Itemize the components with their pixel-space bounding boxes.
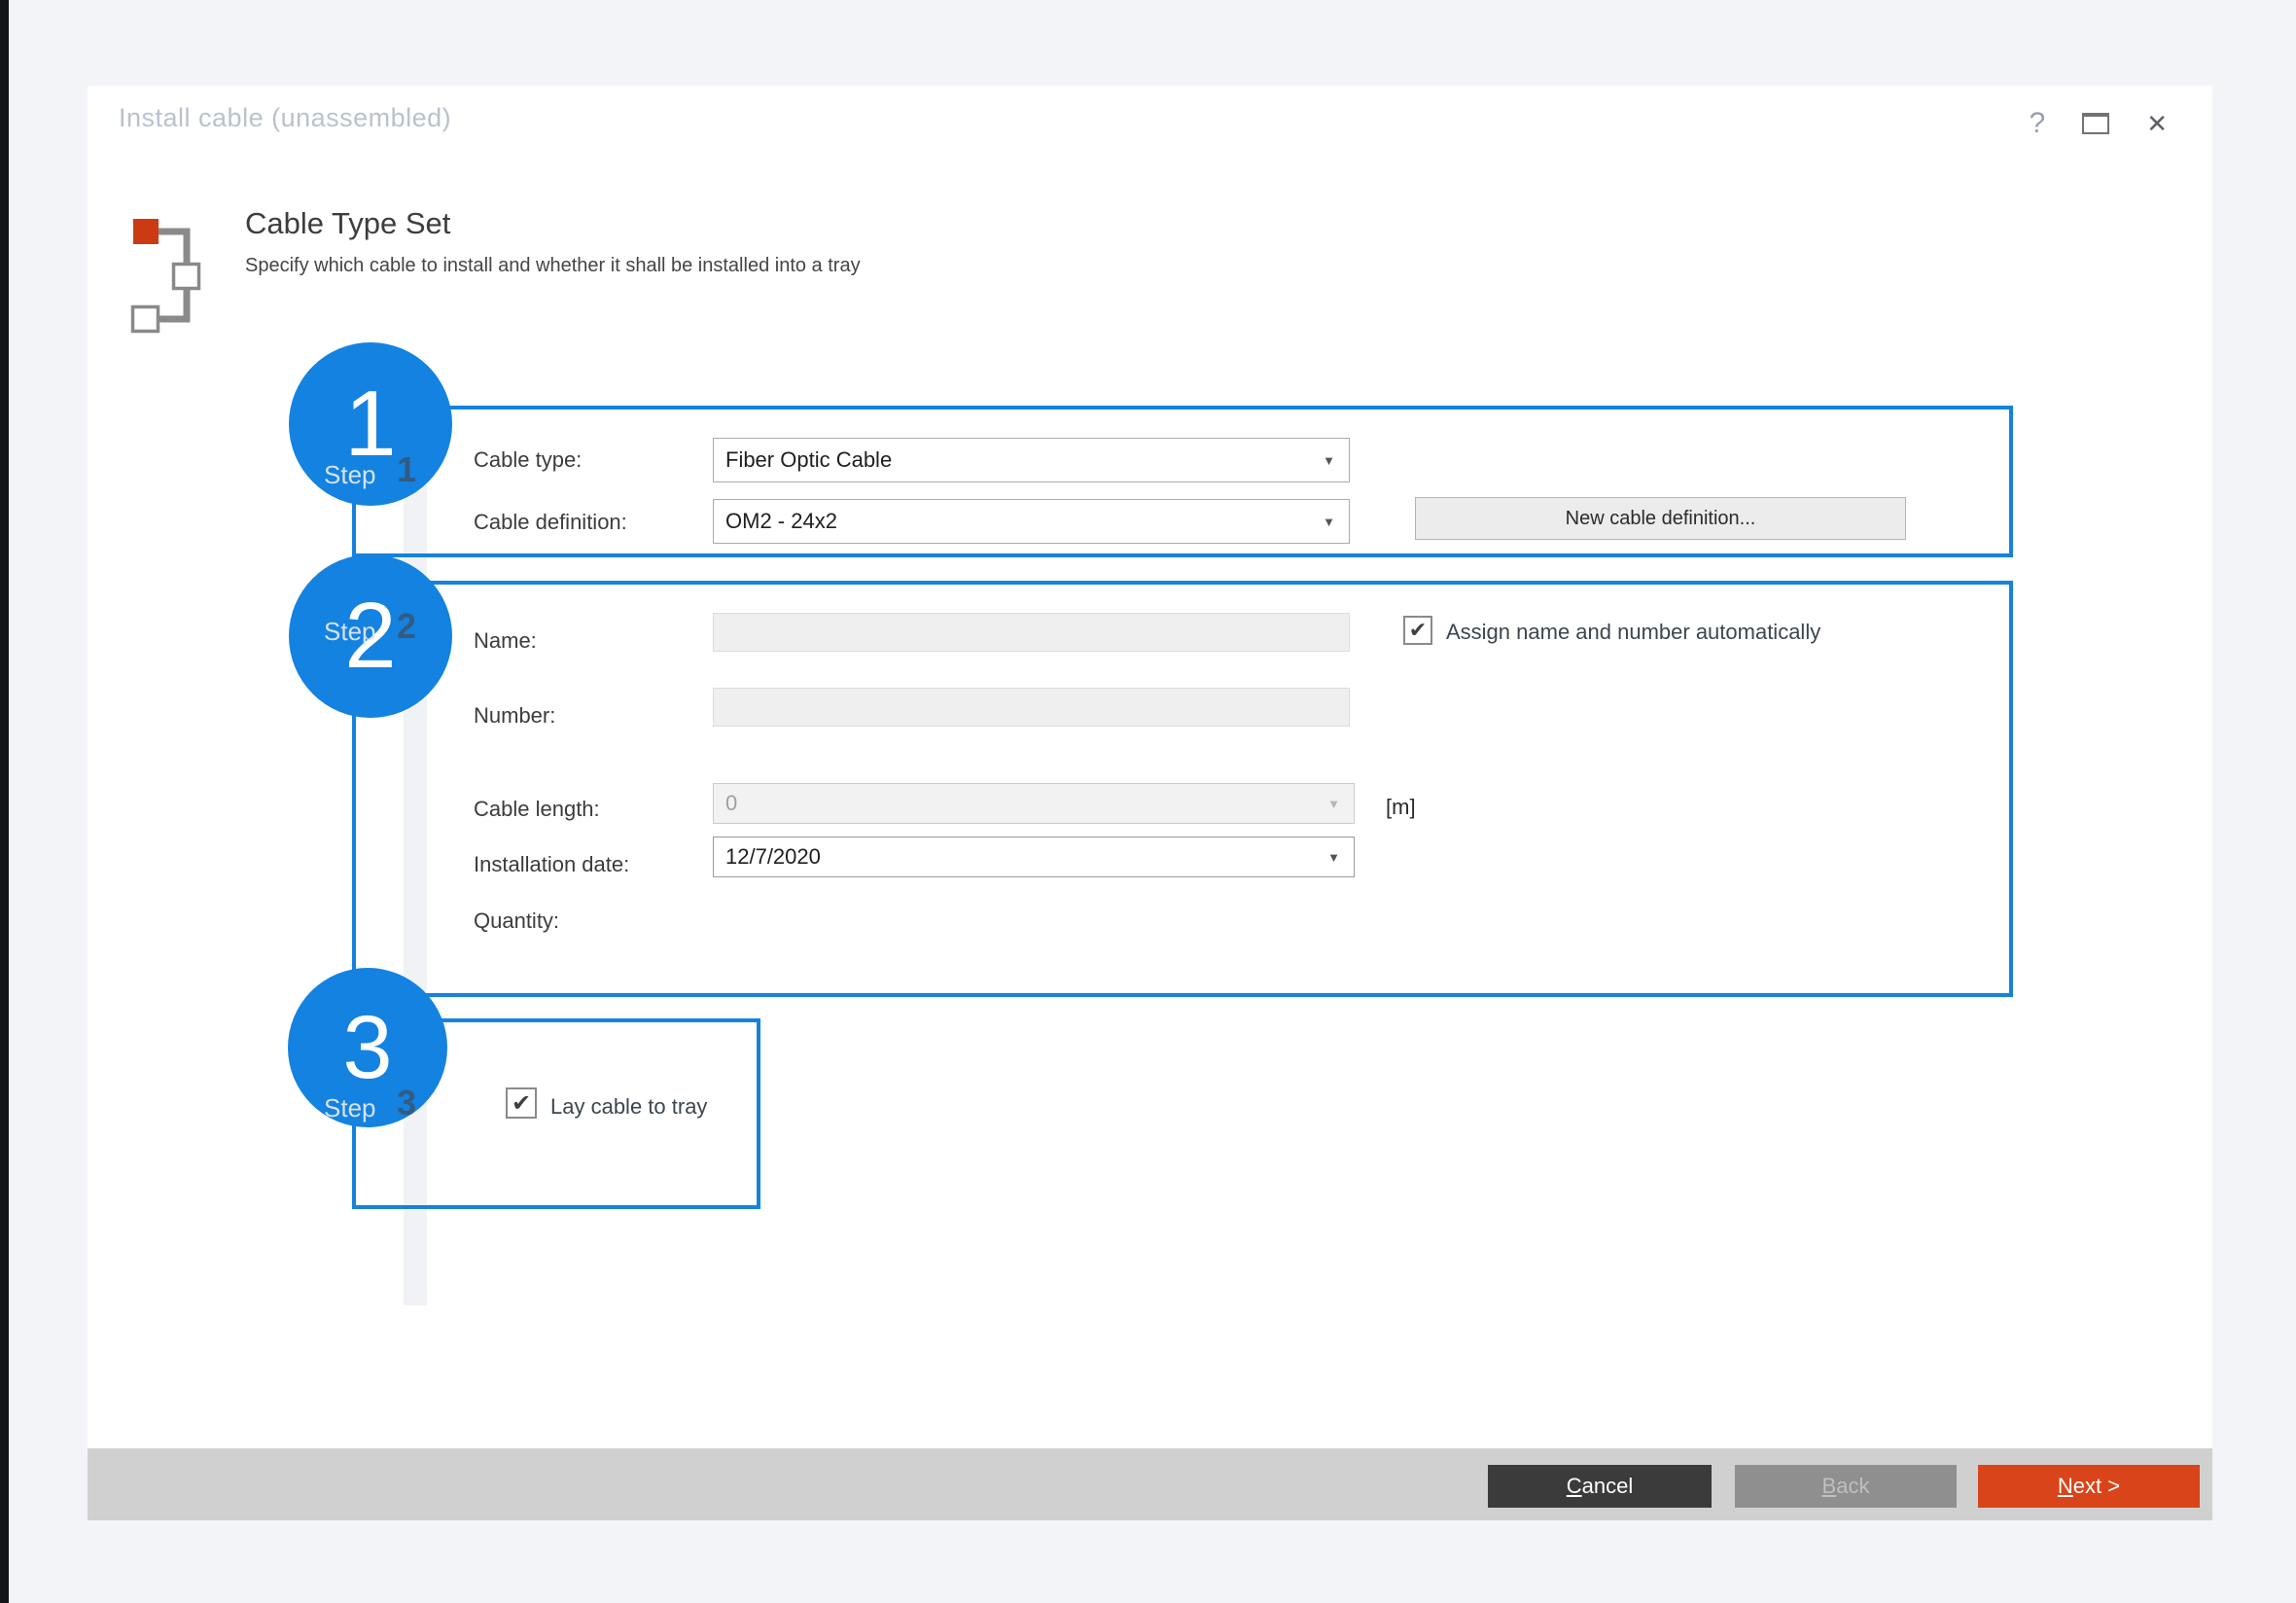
maximize-icon[interactable] — [2082, 113, 2109, 134]
checkmark-icon: ✔ — [512, 1089, 531, 1118]
assign-auto-checkbox[interactable]: ✔ — [1403, 616, 1432, 645]
cable-definition-value: OM2 - 24x2 — [725, 509, 837, 534]
step-1-ghost-label: Step — [324, 460, 376, 490]
cable-length-value: 0 — [725, 791, 737, 816]
number-label: Number: — [474, 703, 555, 729]
chevron-down-icon: ▼ — [1323, 515, 1335, 529]
cable-definition-dropdown[interactable]: OM2 - 24x2 ▼ — [713, 499, 1350, 544]
step-1-ghost-number: 1 — [397, 449, 416, 490]
step-3-ghost-label: Step — [324, 1093, 376, 1123]
name-label: Name: — [474, 628, 537, 654]
installation-date-label: Installation date: — [474, 852, 629, 877]
page-title: Cable Type Set — [245, 206, 450, 241]
step-3-ghost-number: 3 — [397, 1083, 416, 1123]
number-input[interactable] — [713, 688, 1350, 727]
window-controls: ? ✕ — [2030, 107, 2168, 140]
install-cable-dialog: Install cable (unassembled) ? ✕ Cable Ty… — [88, 86, 2212, 1520]
help-icon[interactable]: ? — [2030, 107, 2046, 140]
step-2-ghost-number: 2 — [397, 606, 416, 647]
cable-definition-label: Cable definition: — [474, 510, 627, 535]
close-icon[interactable]: ✕ — [2146, 109, 2168, 139]
lay-cable-to-tray-label[interactable]: Lay cable to tray — [550, 1094, 707, 1120]
quantity-label: Quantity: — [474, 908, 559, 934]
back-button[interactable]: Back — [1735, 1465, 1957, 1508]
dialog-title: Install cable (unassembled) — [119, 103, 451, 133]
next-button[interactable]: Next > — [1978, 1465, 2200, 1508]
checkmark-icon: ✔ — [1409, 618, 1427, 643]
new-cable-definition-button[interactable]: New cable definition... — [1415, 497, 1906, 540]
installation-date-dropdown[interactable]: 12/7/2020 ▼ — [713, 837, 1355, 877]
cable-type-dropdown[interactable]: Fiber Optic Cable ▼ — [713, 438, 1350, 482]
page-subtitle: Specify which cable to install and wheth… — [245, 255, 861, 277]
cable-length-label: Cable length: — [474, 797, 600, 822]
installation-date-value: 12/7/2020 — [725, 844, 821, 870]
footer-button-bar: Cancel Back Next > — [88, 1448, 2212, 1520]
lay-cable-to-tray-checkbox[interactable]: ✔ — [506, 1087, 537, 1119]
chevron-down-icon: ▼ — [1327, 850, 1340, 865]
left-edge-strip — [0, 0, 9, 1603]
cancel-button[interactable]: Cancel — [1488, 1465, 1712, 1508]
chevron-down-icon: ▼ — [1323, 453, 1335, 468]
cable-type-value: Fiber Optic Cable — [725, 447, 892, 473]
cable-length-unit: [m] — [1386, 795, 1416, 820]
chevron-down-icon: ▼ — [1327, 797, 1340, 811]
screen: Install cable (unassembled) ? ✕ Cable Ty… — [0, 0, 2296, 1603]
cable-type-label: Cable type: — [474, 447, 582, 473]
name-input[interactable] — [713, 613, 1350, 652]
wizard-steps-icon — [129, 212, 207, 338]
step-2-ghost-label: Step — [324, 617, 376, 647]
cable-length-dropdown: 0 ▼ — [713, 783, 1355, 824]
assign-auto-label[interactable]: Assign name and number automatically — [1446, 620, 1820, 645]
